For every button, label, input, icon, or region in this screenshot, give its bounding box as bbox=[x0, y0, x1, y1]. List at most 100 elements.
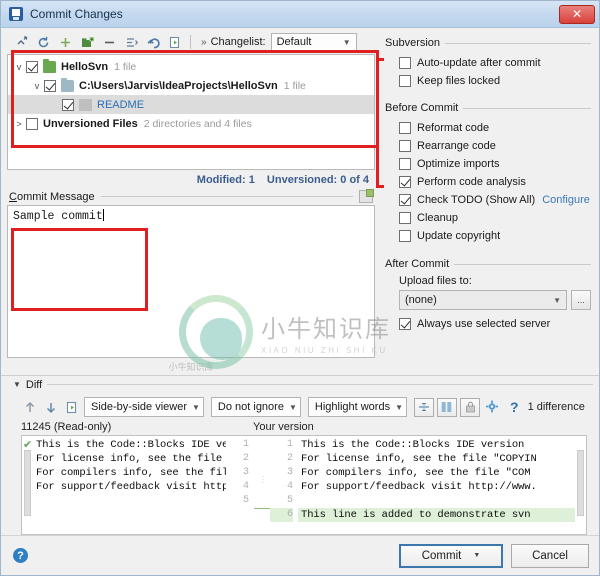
cancel-button[interactable]: Cancel bbox=[511, 543, 589, 568]
tree-checkbox[interactable] bbox=[62, 98, 74, 111]
twisty-icon[interactable]: v bbox=[30, 81, 44, 91]
changelist-combo[interactable]: Default ▼ bbox=[270, 32, 357, 52]
diff-left-title: 11245 (Read-only) bbox=[21, 421, 112, 433]
changelist-value: Default bbox=[276, 36, 312, 48]
twisty-icon[interactable]: > bbox=[12, 119, 26, 129]
highlight-mode-value: Highlight words bbox=[314, 401, 391, 413]
diff-left-scrollbar[interactable] bbox=[24, 450, 31, 516]
refresh-icon[interactable] bbox=[33, 32, 54, 52]
option-label: Always use selected server bbox=[417, 318, 551, 330]
folder-green-icon bbox=[43, 58, 56, 73]
arrow-down-icon[interactable] bbox=[42, 397, 60, 417]
configure-link[interactable]: Configure bbox=[542, 194, 590, 206]
diff-panes[interactable]: ✔ This is the Code::Blocks IDE versio Fo… bbox=[21, 435, 587, 535]
checkbox[interactable] bbox=[399, 212, 411, 224]
chevron-down-icon[interactable]: ▼ bbox=[13, 380, 21, 389]
jump-to-source-icon[interactable] bbox=[63, 397, 81, 417]
commit-message-input[interactable]: Sample commit bbox=[7, 205, 375, 358]
option-always-use-selected-server[interactable]: Always use selected server bbox=[385, 315, 591, 333]
upload-server-combo[interactable]: (none) ▼ bbox=[399, 290, 567, 310]
option-label: Optimize imports bbox=[417, 158, 500, 170]
viewer-mode-value: Side-by-side viewer bbox=[91, 401, 187, 413]
read-only-lock-icon[interactable] bbox=[460, 397, 480, 417]
option-auto-update-after-commit[interactable]: Auto-update after commit bbox=[385, 54, 591, 72]
tree-row-unversioned-files[interactable]: > Unversioned Files 2 directories and 4 … bbox=[8, 114, 374, 133]
diff-change-connector bbox=[254, 508, 270, 509]
twisty-icon[interactable]: v bbox=[12, 62, 26, 72]
add-icon[interactable] bbox=[55, 32, 76, 52]
tree-row-project-path[interactable]: v C:\Users\Jarvis\IdeaProjects\HelloSvn … bbox=[8, 76, 374, 95]
option-reformat-code[interactable]: Reformat code bbox=[385, 119, 591, 137]
changelist-area: » Changelist: Default ▼ bbox=[201, 32, 357, 52]
diff-section-header[interactable]: ▼ Diff bbox=[7, 376, 593, 393]
chevrons-icon[interactable]: » bbox=[201, 37, 206, 48]
tree-row-hellosvn[interactable]: v HelloSvn 1 file bbox=[8, 57, 374, 76]
tree-row-readme[interactable]: README bbox=[8, 95, 374, 114]
option-label: Perform code analysis bbox=[417, 176, 526, 188]
checkbox[interactable] bbox=[399, 140, 411, 152]
expand-all-icon[interactable] bbox=[11, 32, 32, 52]
options-pane: Subversion Auto-update after commit Keep… bbox=[376, 28, 599, 375]
move-to-changelist-icon[interactable] bbox=[121, 32, 142, 52]
show-diff-icon[interactable] bbox=[165, 32, 186, 52]
commit-message-label: CCommit Messageommit Message bbox=[9, 190, 95, 203]
checkbox[interactable] bbox=[399, 230, 411, 242]
dialog-body: » Changelist: Default ▼ v HelloSvn 1 fil… bbox=[1, 28, 599, 375]
code-line: This line is added to demonstrate svn bbox=[298, 508, 575, 522]
rollback-icon[interactable] bbox=[143, 32, 164, 52]
commit-button[interactable]: Commit ▼ bbox=[399, 543, 503, 568]
tree-label: Unversioned Files bbox=[43, 117, 138, 130]
collapse-unchanged-icon[interactable] bbox=[414, 397, 434, 417]
synchronize-scrolling-icon[interactable] bbox=[437, 397, 457, 417]
line-number: 4 bbox=[242, 481, 249, 492]
arrow-up-icon[interactable] bbox=[21, 397, 39, 417]
divider bbox=[100, 196, 353, 197]
gear-icon[interactable] bbox=[483, 397, 501, 417]
checkbox[interactable] bbox=[399, 158, 411, 170]
commit-changes-dialog: Commit Changes ✕ » Changelist: Default ▼… bbox=[0, 0, 600, 576]
option-rearrange-code[interactable]: Rearrange code bbox=[385, 137, 591, 155]
checkbox[interactable] bbox=[399, 122, 411, 134]
chevron-down-icon: ▼ bbox=[395, 402, 403, 412]
close-button[interactable]: ✕ bbox=[559, 4, 595, 24]
changes-tree[interactable]: v HelloSvn 1 file v C:\Users\Jarvis\Idea… bbox=[7, 54, 375, 170]
highlight-mode-combo[interactable]: Highlight words ▼ bbox=[307, 397, 407, 417]
text-caret bbox=[102, 209, 104, 221]
tree-checkbox[interactable] bbox=[44, 79, 56, 92]
divider bbox=[47, 384, 593, 385]
checkbox[interactable] bbox=[399, 57, 411, 69]
option-cleanup[interactable]: Cleanup bbox=[385, 209, 591, 227]
diff-left-markers: ✔ bbox=[22, 436, 33, 534]
status-unversioned: Unversioned: 0 of 4 bbox=[266, 174, 369, 186]
code-line: For license info, see the file "COPYIN bbox=[301, 453, 537, 465]
checkbox[interactable] bbox=[399, 318, 411, 330]
help-button[interactable]: ? bbox=[13, 548, 28, 563]
ignore-mode-combo[interactable]: Do not ignore ▼ bbox=[210, 397, 301, 417]
after-commit-group-header: After Commit bbox=[385, 258, 591, 270]
checkbox[interactable] bbox=[399, 75, 411, 87]
line-number: 3 bbox=[286, 467, 293, 478]
folder-icon bbox=[61, 77, 74, 92]
option-perform-code-analysis[interactable]: Perform code analysis bbox=[385, 173, 591, 191]
diff-left-pane[interactable]: ✔ This is the Code::Blocks IDE versio Fo… bbox=[22, 436, 254, 534]
diff-right-scrollbar[interactable] bbox=[577, 450, 584, 516]
checkbox[interactable] bbox=[399, 176, 411, 188]
chevron-down-icon: ▼ bbox=[191, 402, 200, 412]
tree-checkbox[interactable] bbox=[26, 117, 38, 130]
line-number: 5 bbox=[242, 495, 249, 506]
question-mark-icon[interactable]: ? bbox=[504, 399, 525, 415]
divider bbox=[463, 107, 591, 109]
new-changelist-icon[interactable] bbox=[77, 32, 98, 52]
commit-history-icon[interactable] bbox=[359, 189, 374, 203]
option-keep-files-locked[interactable]: Keep files locked bbox=[385, 72, 591, 90]
option-optimize-imports[interactable]: Optimize imports bbox=[385, 155, 591, 173]
browse-servers-button[interactable]: ... bbox=[571, 290, 591, 310]
option-check-todo[interactable]: Check TODO (Show All) Configure bbox=[385, 191, 591, 209]
diff-right-pane[interactable]: 1 2 3 4 5 6 This is the Code::Blocks IDE… bbox=[270, 436, 586, 534]
checkbox[interactable] bbox=[399, 194, 411, 206]
tree-checkbox[interactable] bbox=[26, 60, 38, 73]
remove-icon[interactable] bbox=[99, 32, 120, 52]
option-update-copyright[interactable]: Update copyright bbox=[385, 227, 591, 245]
viewer-mode-combo[interactable]: Side-by-side viewer ▼ bbox=[84, 397, 204, 417]
chevron-down-icon[interactable]: ▼ bbox=[473, 552, 480, 559]
